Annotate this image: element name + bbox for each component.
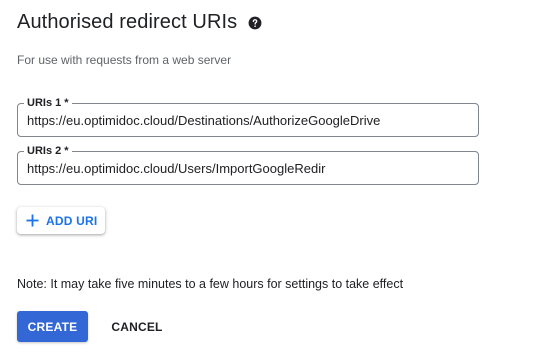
cancel-label: CANCEL	[111, 319, 163, 334]
uri-field-2: URIs 2 *	[17, 144, 479, 185]
settings-note: Note: It may take five minutes to a few …	[17, 277, 404, 291]
plus-icon	[26, 214, 39, 227]
create-label: CREATE	[27, 319, 78, 334]
section-title: Authorised redirect URIs	[17, 11, 238, 33]
uri-field-1: URIs 1 *	[17, 96, 479, 137]
create-button[interactable]: CREATE	[17, 311, 88, 342]
help-circle-icon[interactable]	[248, 16, 262, 30]
uri-input-2[interactable]	[27, 158, 467, 178]
redirect-uris-section: Authorised redirect URIs For use with re…	[0, 0, 533, 363]
cancel-button[interactable]: CANCEL	[104, 311, 170, 342]
uri-field-1-label: URIs 1 *	[24, 96, 72, 110]
uri-field-2-label: URIs 2 *	[24, 144, 72, 158]
add-uri-label: ADD URI	[46, 213, 98, 228]
uri-input-1[interactable]	[27, 110, 467, 130]
add-uri-button[interactable]: ADD URI	[17, 207, 106, 234]
section-subtitle: For use with requests from a web server	[17, 53, 232, 67]
title-row: Authorised redirect URIs	[17, 11, 262, 34]
